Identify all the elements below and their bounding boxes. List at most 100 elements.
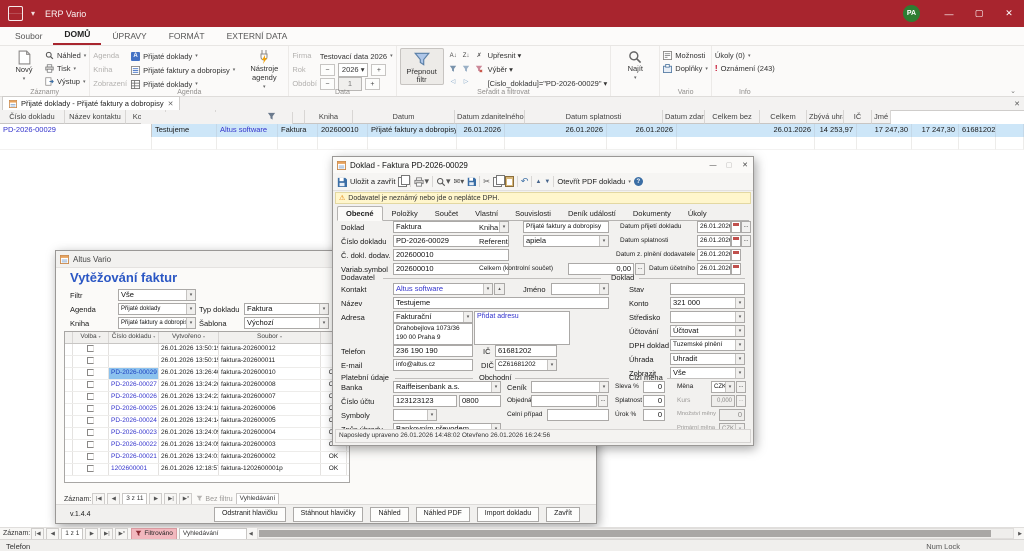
grid-column-header[interactable]: Celkem: [760, 110, 807, 124]
scroll-right-icon[interactable]: ▶: [1016, 531, 1024, 537]
sleva-field[interactable]: 0: [643, 381, 665, 393]
close-document-icon[interactable]: ✕: [1014, 100, 1020, 108]
book-selector[interactable]: Přijaté faktury a dobropisy▾: [131, 64, 235, 76]
calendar-icon[interactable]: [731, 249, 741, 261]
new-record-button[interactable]: Nový▾: [3, 48, 45, 83]
open-pdf-button[interactable]: Otevřít PDF dokladu: [557, 177, 625, 186]
doc-number-link[interactable]: [109, 356, 159, 367]
minimize-button[interactable]: —: [934, 0, 964, 27]
row-checkbox[interactable]: [87, 441, 94, 448]
vytvoreno-column-header[interactable]: Vytvořeno: [159, 332, 219, 343]
table-row[interactable]: 26.01.2026 13:50:19 faktura-202600012: [65, 344, 349, 356]
output-button[interactable]: Výstup▾: [45, 76, 86, 87]
dialog-tab[interactable]: Dokumenty: [625, 207, 679, 220]
grid-cell[interactable]: 26.01.2026: [677, 124, 815, 137]
doc-number-link[interactable]: 1202600001: [109, 464, 159, 475]
new-record-button[interactable]: ▶*: [115, 528, 128, 540]
copy-icon[interactable]: [493, 177, 502, 187]
row-checkbox[interactable]: [87, 381, 94, 388]
find-button[interactable]: Najít▾: [614, 48, 656, 82]
horizontal-scrollbar[interactable]: [257, 528, 1014, 539]
footer-button[interactable]: Zavřít: [546, 507, 580, 522]
filtered-indicator[interactable]: Filtrováno: [131, 528, 177, 540]
next-record-icon[interactable]: ▼: [544, 176, 550, 188]
grid-cell[interactable]: 26.01.2026: [607, 124, 677, 137]
table-row[interactable]: PD-2026-00025 26.01.2026 13:24:18 faktur…: [65, 404, 349, 416]
previous-record-icon[interactable]: ▲: [535, 176, 541, 188]
doc-number-link[interactable]: PD-2026-00021: [109, 452, 159, 463]
cenik-select[interactable]: [531, 381, 609, 393]
previous-record-icon[interactable]: ◁: [447, 76, 460, 87]
scroll-left-icon[interactable]: ◀: [247, 531, 255, 537]
doc-number-link[interactable]: PD-2026-00025: [109, 404, 159, 415]
uctovani-select[interactable]: Účtovat: [670, 325, 745, 337]
grid-column-header[interactable]: Kniha: [305, 110, 353, 124]
advanced-filter-button[interactable]: Upřesnit▾: [488, 50, 608, 62]
grid-cell[interactable]: 17 247,30: [857, 124, 912, 137]
document-tab[interactable]: Přijaté doklady - Přijaté faktury a dobr…: [2, 96, 180, 110]
sort-descending-icon[interactable]: Z↓: [460, 50, 473, 61]
datum-prijeti-field[interactable]: 26.01.2026: [697, 221, 731, 233]
pridat-adresu-link[interactable]: Přidat adresu: [474, 311, 570, 345]
adresa-box[interactable]: Drahobejlova 1073/36190 00 Praha 9: [393, 323, 473, 345]
doc-number-link[interactable]: PD-2026-00024: [109, 416, 159, 427]
objednavky-field[interactable]: [531, 395, 597, 407]
maximize-button[interactable]: ▢: [964, 0, 994, 27]
row-checkbox[interactable]: [87, 393, 94, 400]
duplicate-icon[interactable]: [398, 177, 407, 187]
doc-number-link[interactable]: PD-2026-00023: [109, 428, 159, 439]
first-record-button[interactable]: |◀: [31, 528, 44, 540]
stredisko-select[interactable]: [670, 311, 745, 323]
dialog-minimize-button[interactable]: —: [705, 158, 721, 173]
ribbon-tab[interactable]: Soubor: [4, 27, 53, 45]
year-increment-button[interactable]: +: [371, 64, 386, 76]
referent-select[interactable]: apiela: [523, 235, 609, 247]
uhrada-select[interactable]: Uhradit: [670, 353, 745, 365]
adresa-typ-select[interactable]: Fakturační: [393, 311, 473, 323]
splatnost-field[interactable]: 0: [643, 395, 665, 407]
clear-sort-icon[interactable]: ✗: [473, 50, 486, 61]
grid-cell[interactable]: 26.01.2026: [505, 124, 607, 137]
dialog-tab[interactable]: Obecné: [337, 206, 383, 221]
last-record-button[interactable]: ▶|: [100, 528, 113, 540]
options-button[interactable]: Možnosti: [663, 50, 708, 61]
agenda-tools-button[interactable]: Nástroje agendy▾: [243, 48, 285, 91]
dialog-tab[interactable]: Deník událostí: [560, 207, 624, 220]
grid-column-header[interactable]: Jmé: [872, 110, 891, 124]
preview-button[interactable]: Náhled▾: [45, 50, 86, 61]
user-avatar[interactable]: PA: [903, 5, 920, 22]
grid-column-header[interactable]: Datum splatnosti: [525, 110, 663, 124]
mena-select[interactable]: CZK: [711, 381, 735, 393]
agenda-select[interactable]: Přijaté doklady: [118, 303, 196, 315]
year-value[interactable]: 2026 ▾: [338, 63, 369, 77]
email-field[interactable]: info@altus.cz: [393, 359, 473, 371]
soubor-column-header[interactable]: Soubor: [219, 332, 321, 343]
agenda-selector[interactable]: A Přijaté doklady▾: [131, 50, 235, 62]
no-filter-indicator[interactable]: Bez filtru: [196, 495, 232, 503]
calendar-icon[interactable]: [731, 221, 741, 233]
kontakt-select[interactable]: Altus software: [393, 283, 493, 295]
grid-cell[interactable]: Faktura: [278, 124, 318, 137]
volba-column-header[interactable]: Volba: [73, 332, 109, 343]
cut-icon[interactable]: ✂: [483, 176, 490, 188]
row-checkbox[interactable]: [87, 453, 94, 460]
ic-field[interactable]: 61681202: [495, 345, 557, 357]
notifications-button[interactable]: ! Oznámení (243): [715, 63, 775, 74]
save-and-close-button[interactable]: Uložit a zavřít: [350, 177, 395, 186]
row-checkbox[interactable]: [87, 429, 94, 436]
grid-cell[interactable]: Přijaté faktury a dobropisy: [368, 124, 457, 137]
print-icon[interactable]: ▾: [414, 176, 429, 188]
search-input[interactable]: Vyhledávání: [179, 528, 247, 540]
datum-prijeti-browse-button[interactable]: [741, 221, 751, 233]
filtr-select[interactable]: Vše: [118, 289, 196, 301]
datum-uctu-field[interactable]: 26.01.2026: [697, 263, 731, 275]
grid-cell[interactable]: 17 247,30: [912, 124, 959, 137]
filter-icon[interactable]: [460, 63, 473, 74]
open-pdf-dropdown-icon[interactable]: ▾: [628, 176, 631, 188]
konto-select[interactable]: 321 000: [670, 297, 745, 309]
save-icon-small[interactable]: [467, 176, 476, 188]
table-row[interactable]: PD-2026-00026 26.01.2026 13:24:22 faktur…: [65, 392, 349, 404]
grid-column-header[interactable]: Datum: [353, 110, 455, 124]
sablona-select[interactable]: Výchozí: [244, 317, 329, 329]
remove-filter-icon[interactable]: [473, 63, 486, 74]
